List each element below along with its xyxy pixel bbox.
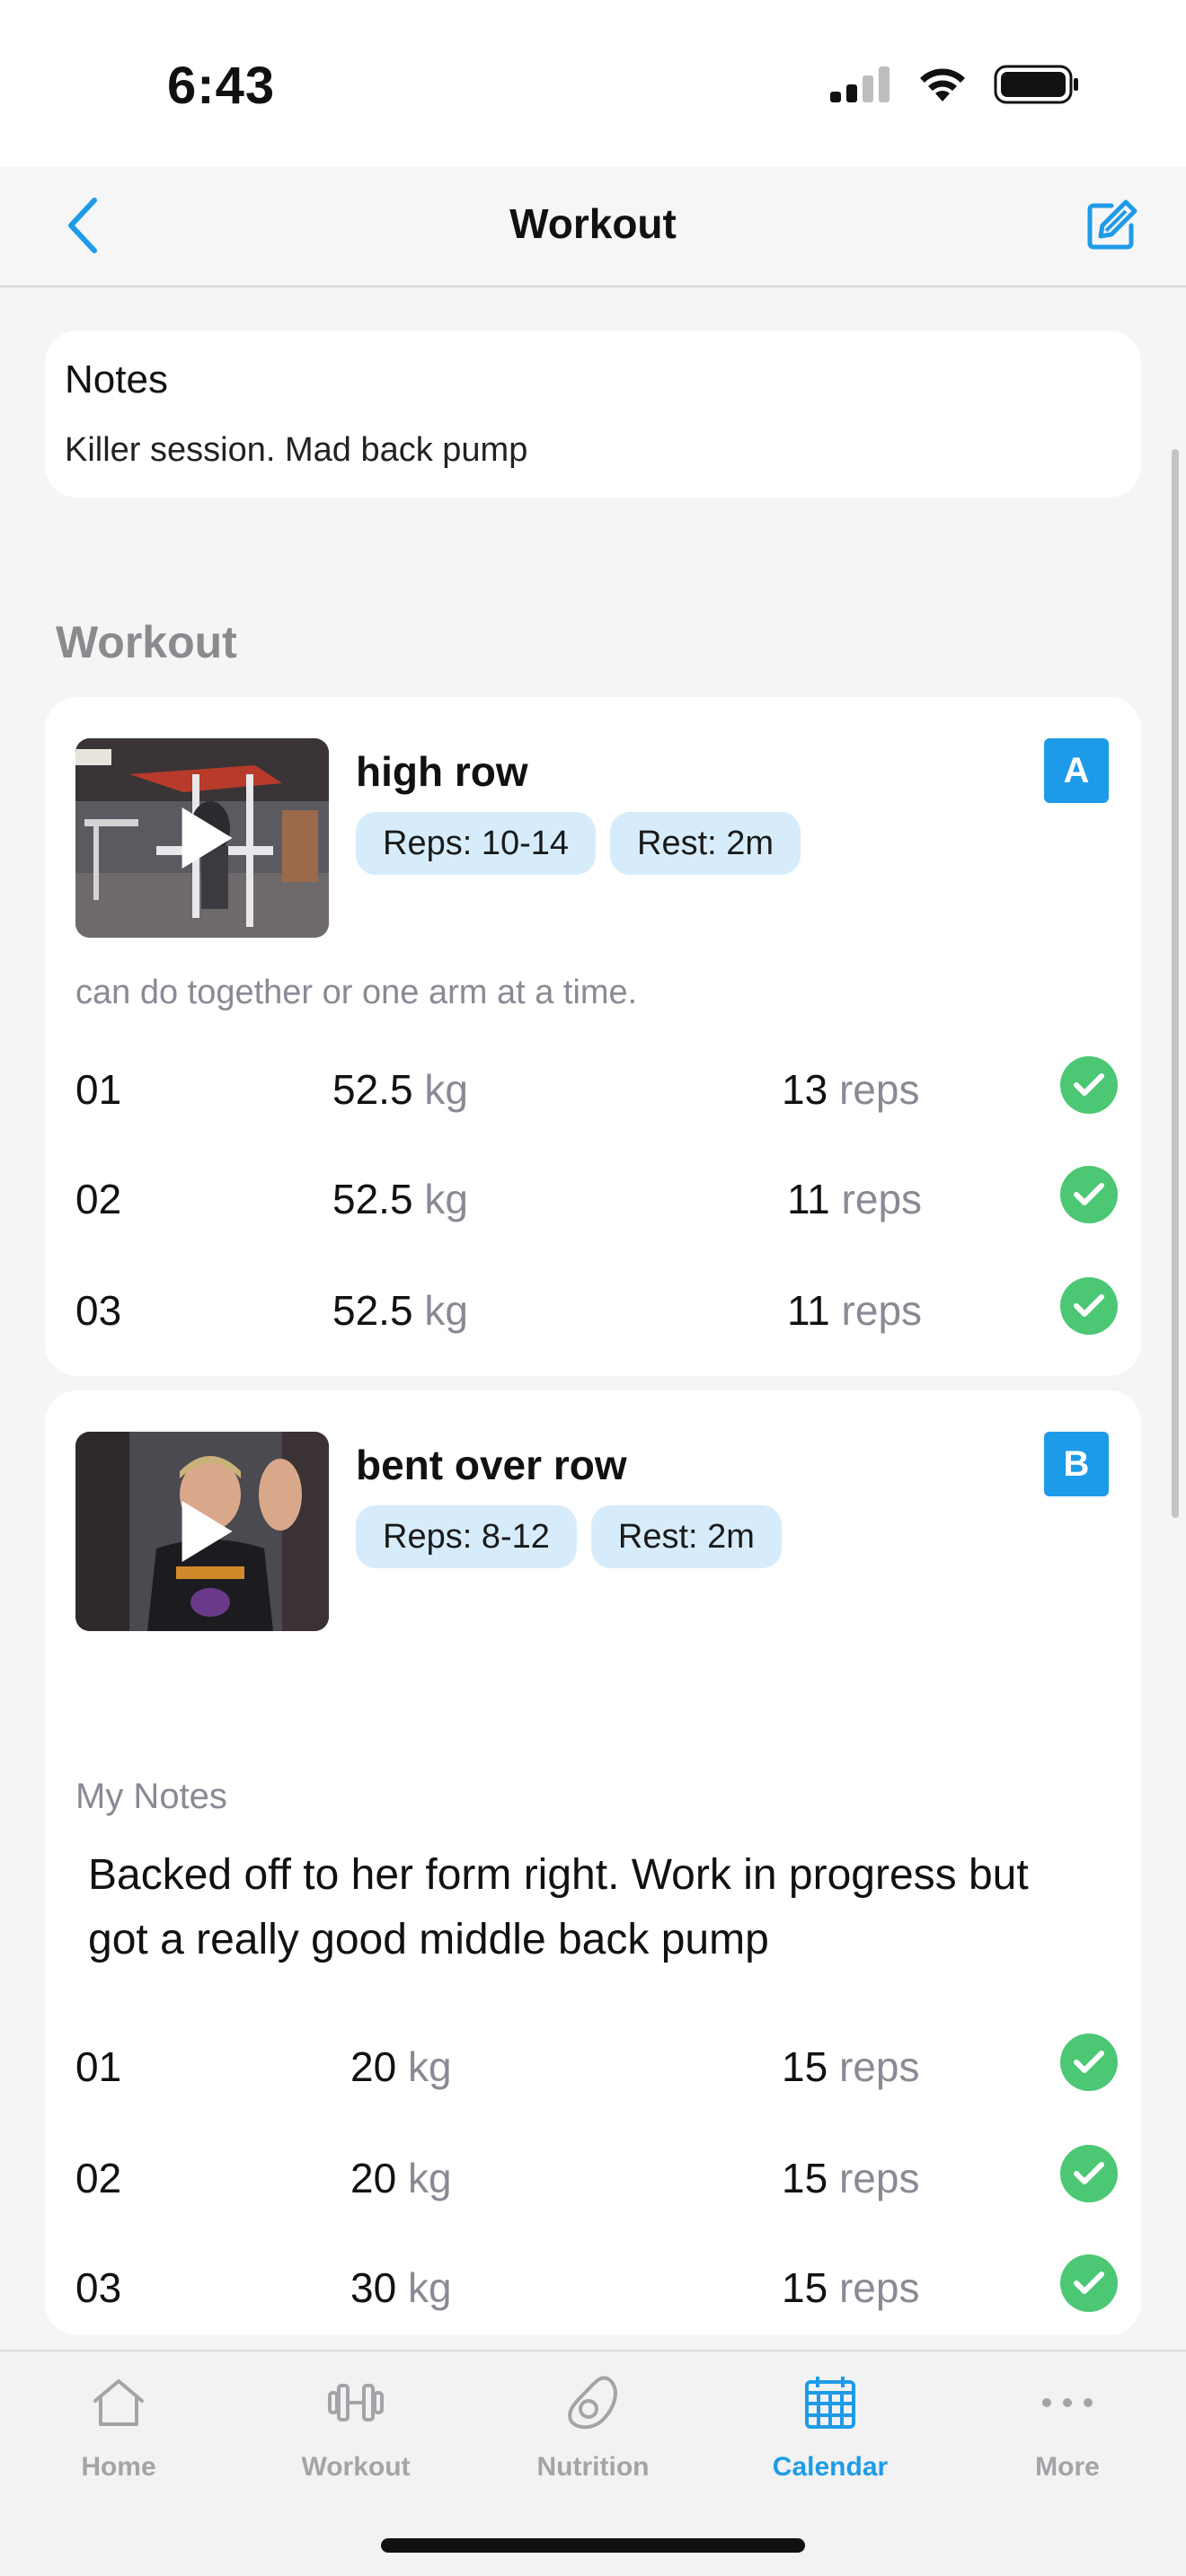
set-weight: 52.5 kg: [332, 1176, 468, 1222]
tab-calendar[interactable]: Calendar: [731, 2373, 929, 2499]
edit-button[interactable]: [1080, 194, 1143, 257]
set-number: 02: [75, 2155, 122, 2201]
set-number: 02: [75, 1176, 122, 1222]
rest-chip: Rest: 2m: [590, 1505, 782, 1568]
status-bar: 6:43: [0, 0, 1186, 167]
set-reps: 11 reps: [787, 1176, 923, 1222]
edit-icon: [1087, 199, 1137, 250]
status-time: 6:43: [167, 57, 276, 115]
check-icon[interactable]: [1060, 2033, 1118, 2091]
page-title: Workout: [509, 200, 677, 247]
avocado-icon: [563, 2373, 623, 2432]
notes-title: Notes: [65, 357, 168, 401]
my-notes-label: My Notes: [75, 1777, 227, 1816]
rest-chip: Rest: 2m: [610, 812, 801, 875]
more-icon: [1038, 2373, 1097, 2432]
set-row[interactable]: 02 20 kg 15 reps: [75, 2141, 1118, 2213]
reps-chip: Reps: 8-12: [356, 1505, 577, 1568]
set-number: 03: [75, 2264, 122, 2311]
set-weight: 30 kg: [350, 2264, 452, 2311]
exercise-name[interactable]: bent over row: [356, 1441, 627, 1489]
superset-badge: B: [1044, 1432, 1109, 1496]
set-row[interactable]: 03 30 kg 15 reps: [75, 2251, 1118, 2323]
tab-workout[interactable]: Workout: [257, 2373, 455, 2499]
notes-text: Killer session. Mad back pump: [65, 431, 528, 469]
set-reps: 11 reps: [787, 1287, 923, 1334]
set-number: 03: [75, 1287, 122, 1334]
set-row[interactable]: 02 52.5 kg 11 reps: [75, 1162, 1118, 1234]
set-reps: 13 reps: [782, 1066, 920, 1113]
set-number: 01: [75, 2043, 122, 2090]
notes-card: Notes Killer session. Mad back pump: [45, 331, 1141, 498]
wifi-icon: [920, 68, 965, 101]
set-weight: 20 kg: [350, 2155, 452, 2201]
exercise-card[interactable]: bent over row B Reps: 8-12 Rest: 2m My N…: [45, 1390, 1141, 2335]
check-icon[interactable]: [1060, 1056, 1118, 1114]
cellular-signal-icon: [830, 66, 890, 102]
tab-more[interactable]: More: [969, 2373, 1166, 2499]
status-icons: [830, 65, 1080, 104]
set-weight: 52.5 kg: [332, 1066, 468, 1113]
exercise-video-thumbnail[interactable]: [75, 738, 329, 938]
play-icon: [181, 1501, 233, 1562]
home-indicator: [381, 2538, 805, 2553]
set-reps: 15 reps: [782, 2043, 920, 2090]
nav-header: Workout: [0, 167, 1186, 287]
set-number: 01: [75, 1066, 122, 1113]
play-icon: [181, 807, 233, 869]
check-icon[interactable]: [1060, 2254, 1118, 2312]
set-reps: 15 reps: [782, 2264, 920, 2311]
battery-icon: [994, 65, 1078, 104]
check-icon[interactable]: [1060, 1166, 1118, 1223]
set-row[interactable]: 03 52.5 kg 11 reps: [75, 1274, 1118, 1345]
superset-badge: A: [1044, 738, 1109, 803]
tab-home[interactable]: Home: [20, 2373, 217, 2499]
set-row[interactable]: 01 52.5 kg 13 reps: [75, 1053, 1118, 1125]
tab-nutrition[interactable]: Nutrition: [494, 2373, 692, 2499]
check-icon[interactable]: [1060, 2145, 1118, 2202]
exercise-chips: Reps: 10-14 Rest: 2m: [356, 812, 801, 875]
exercise-video-thumbnail[interactable]: [75, 1432, 329, 1631]
section-title: Workout: [56, 617, 237, 667]
calendar-icon: [801, 2373, 860, 2432]
home-icon: [89, 2373, 148, 2432]
exercise-chips: Reps: 8-12 Rest: 2m: [356, 1505, 782, 1568]
set-weight: 52.5 kg: [332, 1287, 468, 1334]
set-reps: 15 reps: [782, 2155, 920, 2201]
check-icon[interactable]: [1060, 1277, 1118, 1335]
exercise-name[interactable]: high row: [356, 747, 528, 796]
my-notes-text: Backed off to her form right. Work in pr…: [88, 1851, 1029, 1963]
dumbbell-icon: [326, 2373, 385, 2432]
exercise-card[interactable]: high row A Reps: 10-14 Rest: 2m can do t…: [45, 697, 1141, 1376]
set-row[interactable]: 01 20 kg 15 reps: [75, 2030, 1118, 2102]
scrollbar[interactable]: [1172, 449, 1179, 1518]
set-weight: 20 kg: [350, 2043, 452, 2090]
exercise-description: can do together or one arm at a time.: [75, 974, 638, 1011]
reps-chip: Reps: 10-14: [356, 812, 597, 875]
